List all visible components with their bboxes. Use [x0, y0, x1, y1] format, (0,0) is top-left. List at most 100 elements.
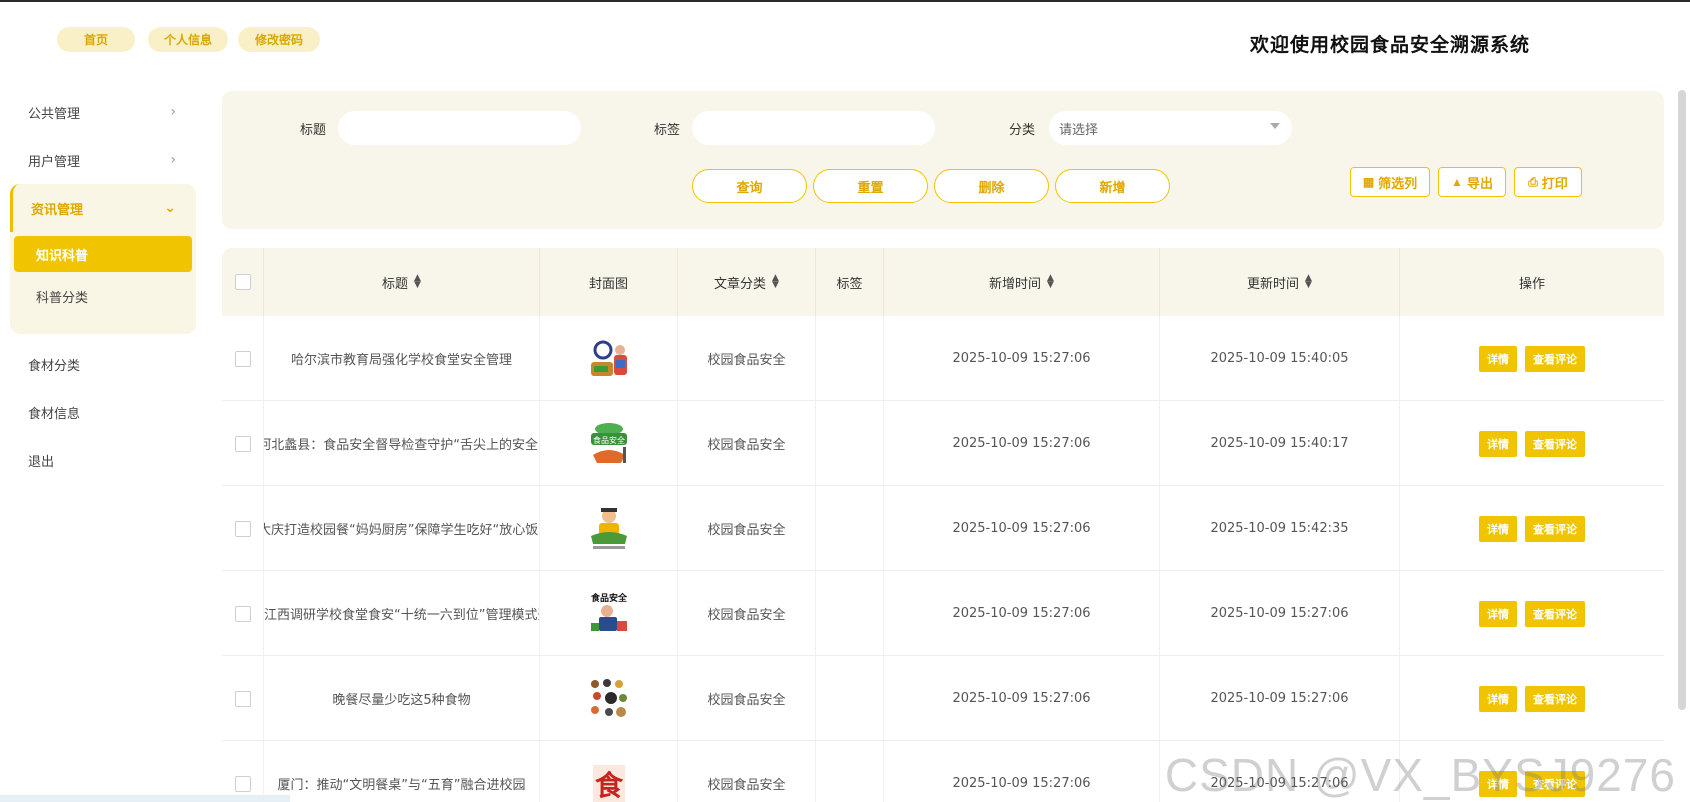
- row-cover-cell: [540, 486, 678, 571]
- row-title: 哈尔滨市教育局强化学校食堂安全管理: [264, 316, 540, 401]
- cover-text: 食品安全: [589, 592, 627, 604]
- sort-icon: ▲ ▼: [772, 273, 779, 290]
- data-table: 标题 ▲ ▼ 封面图 文章分类 ▲ ▼ 标签 新增时间 ▲ ▼ 更新时间 ▲ ▼ 操作 哈尔滨市…: [222, 248, 1664, 802]
- row-tag: [816, 486, 884, 571]
- row-title: 厦门：推动“文明餐桌”与“五育”融合进校园: [264, 741, 540, 802]
- detail-button[interactable]: 详情: [1479, 515, 1517, 542]
- filter-columns-button[interactable]: ▦ 筛选列: [1350, 167, 1430, 197]
- page-scrollbar[interactable]: [1678, 90, 1686, 710]
- sidebar-subitem-category[interactable]: 科普分类: [14, 278, 192, 314]
- table-row: 江西调研学校食堂食安“十统一六到位”管理模式开展情况 食品安全 校园食品安全 2…: [222, 571, 1664, 656]
- table-header: 标题 ▲ ▼ 封面图 文章分类 ▲ ▼ 标签 新增时间 ▲ ▼ 更新时间 ▲ ▼ 操作: [222, 248, 1664, 316]
- sidebar-item-label: 公共管理: [28, 106, 81, 122]
- site-title: 欢迎使用校园食品安全溯源系统: [1249, 34, 1530, 56]
- sidebar-item-food-category[interactable]: 食材分类: [10, 340, 196, 388]
- column-title[interactable]: 标题 ▲ ▼: [264, 248, 540, 316]
- row-checkbox[interactable]: [234, 690, 251, 707]
- view-comments-button[interactable]: 查看评论: [1525, 430, 1585, 457]
- column-title-label: 标题: [382, 276, 409, 292]
- row-tag: [816, 571, 884, 656]
- column-category-label: 文章分类: [714, 276, 767, 292]
- row-tag: [816, 741, 884, 802]
- column-created-label: 新增时间: [989, 276, 1042, 292]
- cover-food-safety-image: 食品安全: [590, 422, 627, 463]
- cover-inspection-image: [590, 340, 627, 376]
- printer-icon: ⎙: [1528, 174, 1538, 189]
- search-button[interactable]: 查询: [692, 169, 807, 203]
- row-checkbox[interactable]: [234, 350, 251, 367]
- sidebar-item-label: 食材分类: [28, 358, 81, 374]
- row-created: 2025-10-09 15:27:06: [884, 656, 1160, 741]
- tag-filter-input[interactable]: [692, 111, 935, 145]
- table-row: 晚餐尽量少吃这5种食物 校园食品安全 2025-10-09 15:27:06 2…: [222, 656, 1664, 741]
- category-select-placeholder: 请选择: [1059, 122, 1099, 138]
- caret-down-icon: [1270, 123, 1280, 129]
- sidebar-item-label: 退出: [28, 454, 55, 470]
- sidebar-item-users[interactable]: 用户管理 ›: [10, 136, 196, 184]
- nav-change-password-button[interactable]: 修改密码: [238, 27, 320, 52]
- column-updated-label: 更新时间: [1247, 276, 1300, 292]
- sidebar-item-logout[interactable]: 退出: [10, 436, 196, 484]
- reset-button[interactable]: 重置: [813, 169, 928, 203]
- export-button[interactable]: ▲ 导出: [1438, 167, 1506, 197]
- delete-button[interactable]: 删除: [934, 169, 1049, 203]
- row-actions: 详情 查看评论: [1400, 656, 1664, 741]
- sidebar-item-news[interactable]: 资讯管理 ⌄: [10, 184, 196, 232]
- cover-chef-image: [590, 507, 627, 549]
- row-category: 校园食品安全: [678, 486, 816, 571]
- row-title: 大庆打造校园餐“妈妈厨房”保障学生吃好“放心饭”: [264, 486, 540, 571]
- header-checkbox-cell: [222, 248, 264, 316]
- row-updated: 2025-10-09 15:27:06: [1160, 656, 1400, 741]
- row-category: 校园食品安全: [678, 656, 816, 741]
- column-cover-label: 封面图: [588, 276, 628, 292]
- row-title: 晚餐尽量少吃这5种食物: [264, 656, 540, 741]
- sidebar-item-food-info[interactable]: 食材信息: [10, 388, 196, 436]
- title-filter-input[interactable]: [338, 111, 581, 145]
- sidebar-item-label: 食材信息: [28, 406, 81, 422]
- row-checkbox[interactable]: [234, 435, 251, 452]
- view-comments-button[interactable]: 查看评论: [1525, 345, 1585, 372]
- column-category[interactable]: 文章分类 ▲ ▼: [678, 248, 816, 316]
- table-row: 哈尔滨市教育局强化学校食堂安全管理 校园食品安全 2025-10-09 15:2…: [222, 316, 1664, 401]
- row-cover-cell: [540, 656, 678, 741]
- row-category: 校园食品安全: [678, 571, 816, 656]
- category-filter-select[interactable]: 请选择: [1049, 111, 1292, 145]
- table-body: 哈尔滨市教育局强化学校食堂安全管理 校园食品安全 2025-10-09 15:2…: [222, 316, 1664, 802]
- sort-icon: ▲ ▼: [1047, 273, 1054, 290]
- detail-button[interactable]: 详情: [1479, 430, 1517, 457]
- detail-button[interactable]: 详情: [1479, 345, 1517, 372]
- sidebar-item-label: 资讯管理: [31, 202, 84, 218]
- column-updated[interactable]: 更新时间 ▲ ▼: [1160, 248, 1400, 316]
- filter-columns-label: 筛选列: [1378, 175, 1418, 191]
- row-created: 2025-10-09 15:27:06: [884, 316, 1160, 401]
- row-checkbox[interactable]: [234, 520, 251, 537]
- row-checkbox[interactable]: [234, 605, 251, 622]
- column-created[interactable]: 新增时间 ▲ ▼: [884, 248, 1160, 316]
- view-comments-button[interactable]: 查看评论: [1525, 515, 1585, 542]
- cover-food-character-image: 食: [592, 764, 625, 802]
- view-comments-button[interactable]: 查看评论: [1525, 600, 1585, 627]
- detail-button[interactable]: 详情: [1479, 685, 1517, 712]
- cover-text: 食: [594, 769, 623, 802]
- row-checkbox-cell: [222, 486, 264, 571]
- row-checkbox-cell: [222, 401, 264, 486]
- row-tag: [816, 316, 884, 401]
- add-button[interactable]: 新增: [1055, 169, 1170, 203]
- view-comments-button[interactable]: 查看评论: [1525, 685, 1585, 712]
- column-actions-label: 操作: [1518, 276, 1545, 292]
- detail-button[interactable]: 详情: [1479, 600, 1517, 627]
- print-button[interactable]: ⎙ 打印: [1514, 167, 1582, 197]
- export-label: 导出: [1466, 175, 1493, 191]
- row-created: 2025-10-09 15:27:06: [884, 571, 1160, 656]
- sort-icon: ▲ ▼: [1305, 273, 1312, 290]
- sidebar-subitem-knowledge[interactable]: 知识科普: [14, 236, 192, 272]
- cover-food-safety-poster-image: 食品安全: [586, 590, 631, 637]
- nav-home-button[interactable]: 首页: [57, 27, 135, 52]
- select-all-checkbox[interactable]: [234, 274, 251, 290]
- sidebar-item-public[interactable]: 公共管理 ›: [10, 88, 196, 136]
- nav-profile-button[interactable]: 个人信息: [148, 27, 228, 52]
- row-actions: 详情 查看评论: [1400, 316, 1664, 401]
- row-tag: [816, 401, 884, 486]
- row-checkbox[interactable]: [234, 775, 251, 792]
- print-label: 打印: [1541, 175, 1568, 191]
